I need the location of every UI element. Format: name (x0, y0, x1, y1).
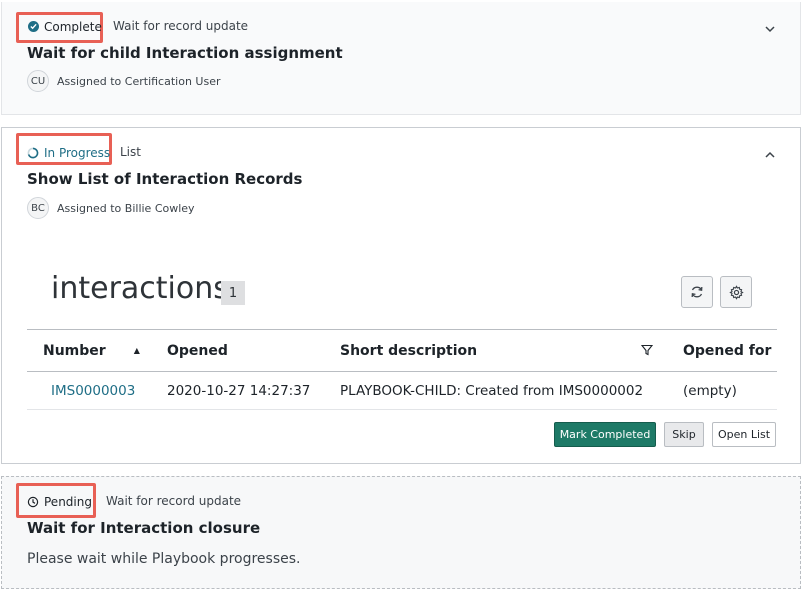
mark-completed-button[interactable]: Mark Completed (554, 422, 656, 447)
skip-button[interactable]: Skip (664, 422, 704, 447)
cell-opened-for: (empty) (667, 371, 777, 410)
clock-icon (27, 496, 39, 508)
record-count-badge: 1 (221, 281, 245, 305)
column-header-opened[interactable]: Opened (151, 329, 324, 372)
status-label: Complete (44, 19, 102, 34)
avatar: BC (27, 197, 49, 219)
sort-ascending-icon[interactable]: ▲ (134, 346, 140, 355)
interactions-table: Number ▲ Opened Short description Opened … (27, 329, 777, 410)
avatar: CU (27, 70, 49, 92)
step-title: Wait for child Interaction assignment (27, 44, 343, 62)
step-card-pending: Pending Wait for record update Wait for … (1, 476, 801, 589)
step-description: Please wait while Playbook progresses. (27, 551, 301, 567)
assignee: CU Assigned to Certification User (27, 70, 220, 92)
step-title: Wait for Interaction closure (27, 519, 261, 537)
step-type: Wait for record update (113, 19, 249, 33)
step-title: Show List of Interaction Records (27, 170, 303, 188)
status-badge: In Progress (27, 144, 110, 161)
refresh-button[interactable] (681, 276, 713, 308)
check-circle-icon (28, 21, 39, 32)
step-type: Wait for record update (106, 494, 242, 508)
assigned-label: Assigned to Certification User (57, 74, 221, 88)
step-type: List (120, 145, 141, 159)
open-list-button[interactable]: Open List (712, 422, 776, 447)
list-settings-button[interactable] (720, 276, 752, 308)
chevron-up-icon[interactable] (764, 146, 776, 158)
assignee: BC Assigned to Billie Cowley (27, 197, 195, 219)
status-label: In Progress (44, 145, 111, 160)
record-link[interactable]: IMS0000003 (51, 383, 135, 399)
column-header-opened-for[interactable]: Opened for (667, 329, 777, 372)
progress-ring-icon (27, 147, 39, 159)
refresh-icon (691, 286, 703, 298)
status-label: Pending (44, 494, 92, 509)
chevron-down-icon[interactable] (764, 20, 776, 33)
assigned-label: Assigned to Billie Cowley (57, 201, 195, 215)
step-card-in-progress: In Progress List Show List of Interactio… (1, 127, 801, 464)
column-header-number[interactable]: Number ▲ (27, 329, 151, 372)
cell-opened: 2020-10-27 14:27:37 (151, 371, 324, 410)
step-card-complete: Complete Wait for record update Wait for… (1, 2, 801, 115)
list-title: interactions (51, 271, 229, 306)
status-badge: Complete (28, 18, 102, 35)
gear-icon (728, 284, 744, 300)
filter-icon[interactable] (640, 344, 654, 360)
table-row: IMS0000003 2020-10-27 14:27:37 PLAYBOOK-… (27, 371, 777, 410)
column-header-short-description[interactable]: Short description (324, 329, 667, 372)
cell-short-description: PLAYBOOK-CHILD: Created from IMS0000002 (324, 371, 667, 410)
status-badge: Pending (27, 493, 92, 510)
